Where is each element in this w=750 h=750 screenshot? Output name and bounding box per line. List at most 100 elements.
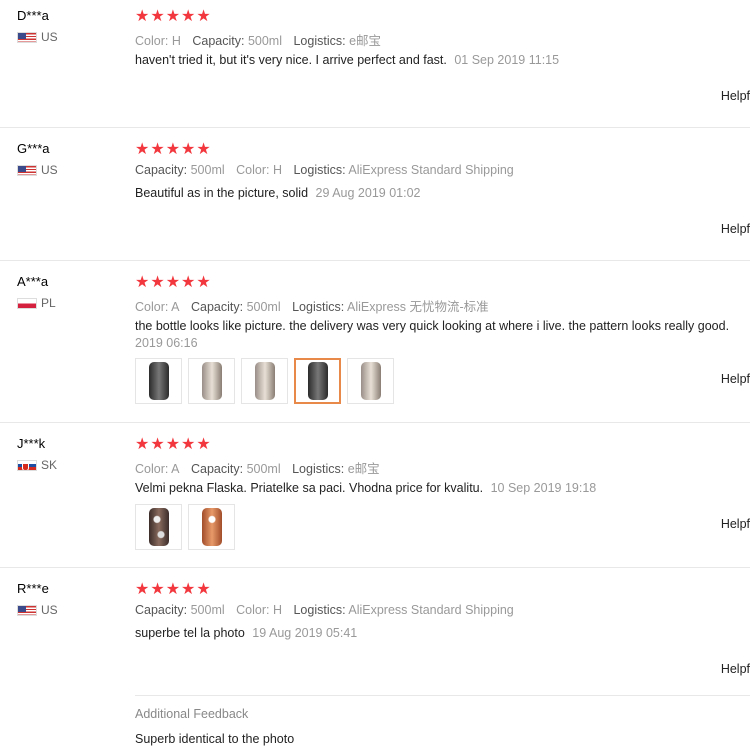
attr-label: Color:: [135, 462, 169, 476]
reviewer-country: US: [17, 163, 58, 177]
attr-value: AliExpress Standard Shipping: [348, 603, 514, 617]
attr-label: Color:: [135, 34, 169, 48]
star-rating: ★★★★★: [135, 8, 212, 25]
review-text: Beautiful as in the picture, solid: [135, 186, 309, 200]
review-date: 10 Sep 2019 19:18: [490, 481, 597, 495]
attr-label: Capacity:: [192, 34, 245, 48]
review-content: Beautiful as in the picture, solid 29 Au…: [135, 185, 747, 202]
review-text: haven't tried it, but it's very nice. I …: [135, 53, 447, 67]
helpful-button[interactable]: Helpf: [721, 517, 750, 531]
review-photo-thumbnail[interactable]: [188, 504, 235, 550]
country-code: US: [41, 603, 58, 617]
attr-value: 500ml: [247, 34, 282, 48]
reviewer-country: PL: [17, 296, 56, 310]
attr-value: A: [171, 300, 180, 314]
attr-value: 500ml: [190, 163, 225, 177]
review-item: R***e US ★★★★★ Capacity: 500ml Color: H …: [0, 568, 750, 750]
order-attributes: Capacity: 500ml Color: H Logistics: AliE…: [135, 603, 514, 617]
review-photo-thumbnail[interactable]: [135, 504, 182, 550]
us-flag-icon: [17, 31, 37, 43]
reviewer-country: SK: [17, 458, 57, 472]
review-item: A***a PL ★★★★★ Color: A Capacity: 500ml …: [0, 261, 750, 423]
review-date: 01 Sep 2019 11:15: [454, 53, 560, 67]
reviewer-country: US: [17, 30, 58, 44]
review-photos: [135, 504, 235, 550]
attr-label: Capacity:: [190, 300, 244, 314]
star-rating: ★★★★★: [135, 274, 212, 291]
helpful-button[interactable]: Helpf: [721, 89, 750, 103]
reviewer-name: D***a: [17, 8, 49, 23]
us-flag-icon: [17, 604, 37, 616]
attr-value: A: [171, 462, 180, 476]
reviewer-country: US: [17, 603, 58, 617]
bottle-image: [201, 508, 222, 546]
attr-value: AliExpress Standard Shipping: [348, 163, 514, 177]
review-photo-thumbnail[interactable]: [347, 358, 394, 404]
star-rating: ★★★★★: [135, 436, 212, 453]
sk-flag-icon: [17, 459, 37, 471]
review-content: haven't tried it, but it's very nice. I …: [135, 52, 747, 69]
review-item: G***a US ★★★★★ Capacity: 500ml Color: H …: [0, 128, 750, 261]
attr-value: e邮宝: [347, 462, 380, 476]
star-rating: ★★★★★: [135, 141, 212, 158]
review-item: J***k SK ★★★★★ Color: A Capacity: 500ml …: [0, 423, 750, 568]
attr-value: H: [272, 163, 282, 177]
bottle-image: [148, 362, 169, 400]
review-photos: [135, 358, 394, 404]
attr-label: Logistics:: [293, 163, 346, 177]
attr-label: Color:: [236, 163, 270, 177]
attr-label: Logistics:: [292, 300, 345, 314]
country-code: US: [41, 30, 58, 44]
review-photo-thumbnail[interactable]: [241, 358, 288, 404]
attr-value: H: [272, 603, 282, 617]
attr-label: Color:: [135, 300, 169, 314]
review-date: 2019 06:16: [135, 336, 198, 350]
country-code: SK: [41, 458, 58, 472]
attr-value: H: [171, 34, 181, 48]
additional-feedback-text: Superb identical to the photo: [135, 732, 295, 746]
review-photo-thumbnail[interactable]: [188, 358, 235, 404]
country-code: PL: [41, 296, 56, 310]
reviewer-name: G***a: [17, 141, 50, 156]
attr-value: 500ml: [246, 462, 281, 476]
attr-label: Logistics:: [293, 603, 346, 617]
pl-flag-icon: [17, 297, 37, 309]
attr-value: e邮宝: [349, 34, 382, 48]
attr-label: Capacity:: [190, 462, 244, 476]
attr-label: Logistics:: [292, 462, 345, 476]
attr-value: 500ml: [246, 300, 281, 314]
helpful-button[interactable]: Helpf: [721, 222, 750, 236]
review-text: Velmi pekna Flaska. Priatelke sa paci. V…: [135, 481, 484, 495]
review-item: D***a US ★★★★★ Color: H Capacity: 500ml …: [0, 0, 750, 128]
review-content: the bottle looks like picture. the deliv…: [135, 318, 747, 352]
bottle-image: [307, 362, 328, 400]
review-date: 19 Aug 2019 05:41: [252, 626, 358, 640]
additional-feedback: Additional Feedback Superb identical to …: [135, 695, 750, 750]
attr-value: AliExpress 无忧物流-标准: [347, 300, 489, 314]
review-date: 29 Aug 2019 01:02: [315, 186, 421, 200]
bottle-image: [148, 508, 169, 546]
helpful-button[interactable]: Helpf: [721, 372, 750, 386]
order-attributes: Color: A Capacity: 500ml Logistics: e邮宝: [135, 458, 380, 477]
helpful-button[interactable]: Helpf: [721, 662, 750, 676]
us-flag-icon: [17, 164, 37, 176]
bottle-image: [254, 362, 275, 400]
reviewer-name: A***a: [17, 274, 49, 289]
order-attributes: Capacity: 500ml Color: H Logistics: AliE…: [135, 163, 514, 177]
attr-value: 500ml: [190, 603, 225, 617]
star-rating: ★★★★★: [135, 581, 212, 598]
review-photo-thumbnail-selected[interactable]: [294, 358, 341, 404]
review-text: the bottle looks like picture. the deliv…: [135, 319, 730, 333]
review-content: superbe tel la photo 19 Aug 2019 05:41: [135, 625, 747, 642]
review-text: superbe tel la photo: [135, 626, 245, 640]
review-photo-thumbnail[interactable]: [135, 358, 182, 404]
attr-label: Logistics:: [293, 34, 346, 48]
additional-feedback-title: Additional Feedback: [135, 707, 249, 721]
order-attributes: Color: A Capacity: 500ml Logistics: AliE…: [135, 296, 489, 315]
reviewer-name: R***e: [17, 581, 49, 596]
bottle-image: [360, 362, 381, 400]
attr-label: Color:: [236, 603, 270, 617]
order-attributes: Color: H Capacity: 500ml Logistics: e邮宝: [135, 30, 381, 49]
reviewer-name: J***k: [17, 436, 46, 451]
attr-label: Capacity:: [135, 163, 188, 177]
